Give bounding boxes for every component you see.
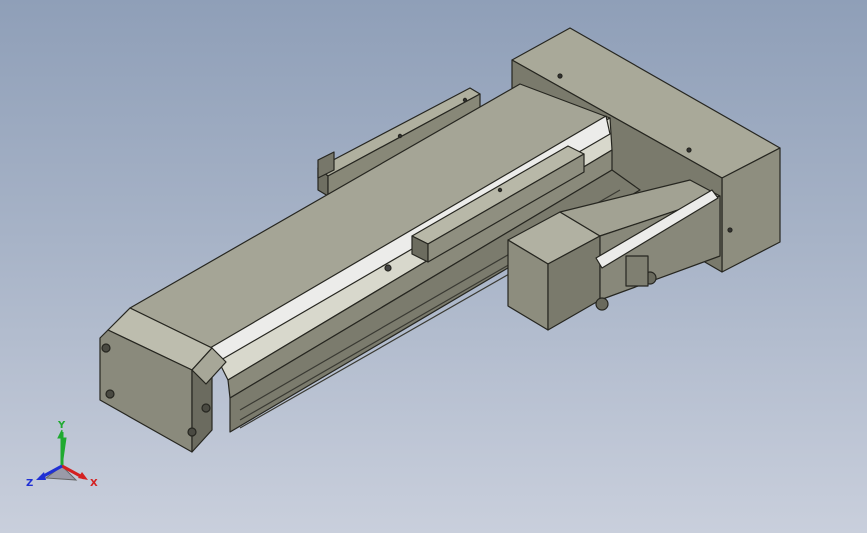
cad-viewport[interactable]: Y X Z [0,0,867,533]
coordinate-triad: Y X Z [26,420,98,489]
x-axis-label: X [90,478,98,489]
y-axis-label: Y [57,420,66,431]
linear-actuator-model[interactable] [0,0,867,533]
z-axis-label: Z [26,478,33,489]
